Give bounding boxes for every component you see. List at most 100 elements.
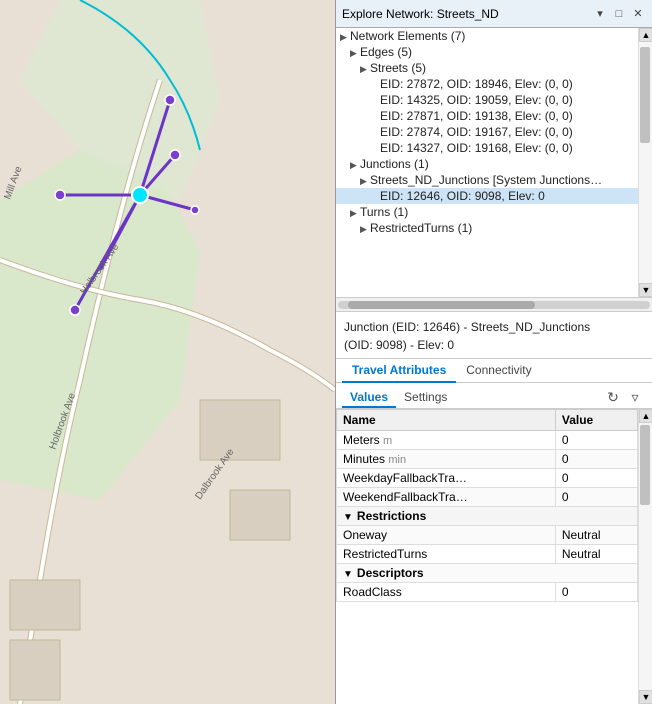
table-row: Meters m 0 (337, 431, 638, 450)
tree-scroll-down[interactable]: ▼ (639, 283, 652, 297)
tree-item-label: Edges (5) (360, 45, 412, 59)
tree-item-label: EID: 27874, OID: 19167, Elev: (0, 0) (380, 125, 573, 139)
tree-item[interactable]: ▶Turns (1) (336, 204, 638, 220)
attr-name: Oneway (337, 526, 556, 545)
attr-unit: m (383, 435, 392, 447)
refresh-button[interactable]: ↻ (602, 386, 624, 408)
tree-item-label: Turns (1) (360, 205, 408, 219)
minimize-button[interactable]: □ (611, 6, 627, 22)
attr-unit: min (388, 454, 406, 466)
tree-item-label: Junctions (1) (360, 157, 429, 171)
tree-arrow-icon: ▶ (360, 224, 370, 235)
attr-name: WeekendFallbackTra… (343, 490, 468, 504)
explore-network-panel: Explore Network: Streets_ND ▾ □ ✕ ▶Netwo… (335, 0, 652, 704)
tree-item[interactable]: ▶Streets_ND_Junctions [System Junctions… (336, 172, 638, 188)
attr-name: Minutes (343, 452, 385, 466)
close-button[interactable]: ✕ (630, 6, 646, 22)
section-label: Restrictions (357, 509, 426, 523)
attr-value: 0 (555, 469, 637, 488)
info-line2: (OID: 9098) - Elev: 0 (344, 336, 644, 354)
tree-arrow-icon: ▶ (350, 48, 360, 59)
table-row: OnewayNeutral (337, 526, 638, 545)
section-arrow-icon: ▼ (343, 512, 353, 523)
attr-value: Neutral (555, 545, 637, 564)
tree-item[interactable]: EID: 12646, OID: 9098, Elev: 0 (336, 188, 638, 204)
attributes-table: Name Value Meters m0Minutes min0WeekdayF… (336, 409, 638, 602)
info-area: Junction (EID: 12646) - Streets_ND_Junct… (336, 312, 652, 359)
tree-item[interactable]: EID: 14325, OID: 19059, Elev: (0, 0) (336, 92, 638, 108)
attr-value: 0 (555, 488, 637, 507)
tree-scroll-track[interactable] (639, 42, 652, 283)
tree-item-label: EID: 12646, OID: 9098, Elev: 0 (380, 189, 545, 203)
tree-item-label: RestrictedTurns (1) (370, 221, 472, 235)
tree-item[interactable]: EID: 27874, OID: 19167, Elev: (0, 0) (336, 124, 638, 140)
tree-arrow-icon: ▶ (350, 160, 360, 171)
table-body: Meters m0Minutes min0WeekdayFallbackTra…… (337, 431, 638, 602)
table-scroll-track[interactable] (639, 423, 652, 690)
col-name-header: Name (337, 410, 556, 431)
tree-hscroll[interactable] (336, 298, 652, 312)
tree-vscroll[interactable]: ▲ ▼ (638, 28, 652, 297)
attr-value: 0 (555, 583, 637, 602)
col-value-header: Value (555, 410, 637, 431)
attr-value: Neutral (555, 526, 637, 545)
section-arrow-icon: ▼ (343, 569, 353, 580)
tree-arrow-icon: ▶ (360, 64, 370, 75)
tree-item[interactable]: ▶RestrictedTurns (1) (336, 220, 638, 236)
subtab-values[interactable]: Values (342, 388, 396, 408)
tree-item[interactable]: EID: 27872, OID: 18946, Elev: (0, 0) (336, 76, 638, 92)
panel-header: Explore Network: Streets_ND ▾ □ ✕ (336, 0, 652, 28)
tree-item-label: EID: 14327, OID: 19168, Elev: (0, 0) (380, 141, 573, 155)
attr-name: RestrictedTurns (337, 545, 556, 564)
table-row: RoadClass0 (337, 583, 638, 602)
table-row: WeekendFallbackTra… 0 (337, 488, 638, 507)
table-scroll-down[interactable]: ▼ (639, 690, 652, 704)
dropdown-button[interactable]: ▾ (592, 6, 608, 22)
section-label: Descriptors (357, 566, 424, 580)
tree-arrow-icon: ▶ (340, 32, 350, 43)
info-line1: Junction (EID: 12646) - Streets_ND_Junct… (344, 318, 644, 336)
attr-value: 0 (555, 450, 637, 469)
table-wrapper: Name Value Meters m0Minutes min0WeekdayF… (336, 409, 652, 704)
table-row: Minutes min 0 (337, 450, 638, 469)
tree-hscroll-bar (338, 301, 650, 309)
subtab-settings[interactable]: Settings (396, 388, 455, 408)
tree-scroll-thumb (640, 47, 650, 143)
tree-item[interactable]: EID: 27871, OID: 19138, Elev: (0, 0) (336, 108, 638, 124)
tree-item-label: EID: 27872, OID: 18946, Elev: (0, 0) (380, 77, 573, 91)
tab-travel-attributes[interactable]: Travel Attributes (342, 359, 456, 383)
table-scroll-thumb (640, 425, 650, 505)
tab-connectivity[interactable]: Connectivity (456, 359, 541, 383)
attr-name: WeekdayFallbackTra… (343, 471, 467, 485)
filter-button[interactable]: ▿ (624, 386, 646, 408)
section-header-row[interactable]: ▼ Restrictions (337, 507, 638, 526)
tree-item-label: Network Elements (7) (350, 29, 465, 43)
tree-item[interactable]: ▶Junctions (1) (336, 156, 638, 172)
tree-wrapper: ▶Network Elements (7)▶Edges (5)▶Streets … (336, 28, 652, 298)
tree-scroll-up[interactable]: ▲ (639, 28, 652, 42)
table-vscroll[interactable]: ▲ ▼ (638, 409, 652, 704)
attr-name: RoadClass (337, 583, 556, 602)
subtabs-row: Values Settings ↻ ▿ (336, 383, 652, 409)
attr-name: Meters (343, 433, 380, 447)
panel-controls: ▾ □ ✕ (592, 6, 646, 22)
tree-item-label: Streets (5) (370, 61, 426, 75)
table-row: WeekdayFallbackTra… 0 (337, 469, 638, 488)
table-row: RestrictedTurnsNeutral (337, 545, 638, 564)
tree-hscroll-thumb (348, 301, 535, 309)
map-area: Holbrook Ave Holbrook Ave Mill Ave Dalbr… (0, 0, 335, 704)
tree-arrow-icon: ▶ (360, 176, 370, 187)
tree-item[interactable]: ▶Network Elements (7) (336, 28, 638, 44)
section-header-row[interactable]: ▼ Descriptors (337, 564, 638, 583)
tree-item-label: EID: 27871, OID: 19138, Elev: (0, 0) (380, 109, 573, 123)
tabs-row: Travel AttributesConnectivity (336, 359, 652, 383)
tree-item-label: EID: 14325, OID: 19059, Elev: (0, 0) (380, 93, 573, 107)
attr-value: 0 (555, 431, 637, 450)
panel-title: Explore Network: Streets_ND (342, 7, 499, 21)
tree-content: ▶Network Elements (7)▶Edges (5)▶Streets … (336, 28, 638, 297)
tree-item[interactable]: ▶Edges (5) (336, 44, 638, 60)
tree-item-label: Streets_ND_Junctions [System Junctions… (370, 173, 602, 187)
tree-item[interactable]: EID: 14327, OID: 19168, Elev: (0, 0) (336, 140, 638, 156)
table-scroll-up[interactable]: ▲ (639, 409, 652, 423)
tree-item[interactable]: ▶Streets (5) (336, 60, 638, 76)
